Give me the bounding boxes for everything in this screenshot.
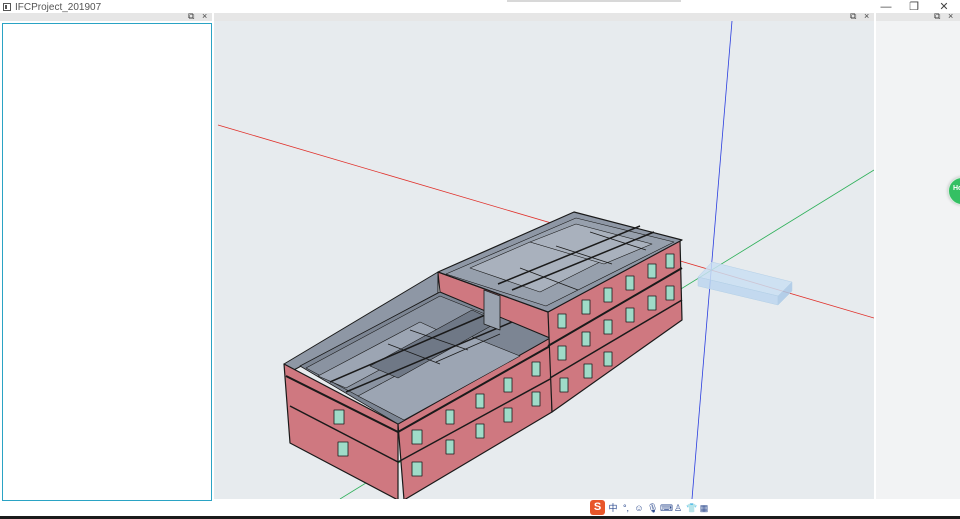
floating-assistant-label: Ho (953, 185, 960, 192)
emoji-icon[interactable]: ☺ (634, 502, 644, 514)
3d-viewport[interactable] (214, 21, 874, 499)
sogou-logo-icon[interactable]: S (590, 500, 605, 515)
z-axis-line (691, 21, 733, 499)
skin-icon[interactable]: 👕 (686, 502, 697, 514)
scene-canvas[interactable] (214, 21, 874, 499)
viewport-dock-header: ⧉ × (214, 11, 874, 21)
keyboard-icon[interactable]: ⌨ (660, 502, 673, 514)
properties-panel[interactable] (876, 21, 960, 499)
microphone-icon[interactable]: 🎙 (647, 502, 658, 514)
door-opening (483, 289, 501, 331)
punctuation-icon[interactable]: °, (621, 502, 631, 514)
toolbox-icon[interactable]: ▦ (699, 502, 709, 514)
building-model[interactable] (283, 211, 683, 499)
float-icon[interactable]: ⧉ (188, 10, 194, 22)
close-icon[interactable]: × (202, 10, 207, 22)
person-icon[interactable]: ♙ (673, 502, 683, 514)
left-dock-header: ⧉ × (0, 10, 212, 22)
right-dock-header: ⧉ × (876, 11, 960, 21)
app-icon (3, 3, 11, 11)
ghost-box (697, 261, 793, 306)
ime-toolbar: S 中 °, ☺ 🎙 ⌨ ♙ 👕 ▦ (588, 499, 720, 516)
title-drag-tab (507, 0, 681, 2)
model-tree-panel[interactable] (2, 23, 212, 501)
chinese-mode-icon[interactable]: 中 (608, 502, 618, 514)
